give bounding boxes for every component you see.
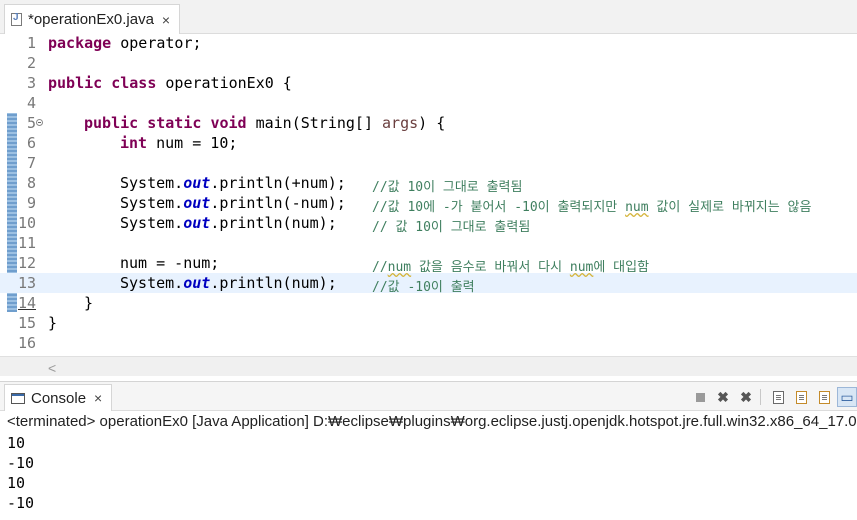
console-output-line: -10 bbox=[7, 454, 35, 472]
keyword: public bbox=[84, 114, 139, 132]
line-number: 7 bbox=[26, 154, 36, 172]
code-line-1: package operator; bbox=[48, 34, 202, 52]
code-text: .println(+num); bbox=[210, 174, 346, 192]
line-number: 4 bbox=[26, 94, 36, 112]
close-console-icon[interactable]: × bbox=[94, 390, 102, 406]
code-text: main(String[] bbox=[246, 114, 383, 132]
code-editor[interactable]: 1 2 3 4 5 6 7 8 9 10 11 12 13 14 15 16 p… bbox=[0, 34, 857, 356]
keyword: void bbox=[210, 114, 247, 132]
keyword: static bbox=[147, 114, 202, 132]
static-field: out bbox=[183, 274, 211, 292]
scroll-left-icon[interactable]: < bbox=[48, 360, 56, 376]
code-text: .println(-num); bbox=[210, 194, 346, 212]
pin-console-icon[interactable]: ▭ bbox=[837, 387, 857, 407]
parameter-name: args bbox=[382, 114, 419, 132]
line-number: 5 bbox=[26, 114, 36, 132]
toolbar-separator bbox=[760, 389, 761, 405]
static-field: out bbox=[183, 194, 211, 212]
comment-text: //값 10에 -가 붙어서 -10이 출력되지만 bbox=[372, 200, 626, 215]
fold-collapse-icon[interactable] bbox=[36, 119, 43, 126]
line-number: 9 bbox=[26, 194, 36, 212]
code-line-8: System.out.println(+num); bbox=[120, 174, 346, 192]
tab-operationEx0-java[interactable]: *operationEx0.java × bbox=[4, 4, 180, 34]
console-icon bbox=[11, 392, 25, 404]
code-line-3: public class operationEx0 { bbox=[48, 74, 292, 92]
code-comment: //num 값을 음수로 바꿔서 다시 num에 대입함 bbox=[372, 256, 649, 275]
comment-text: 값을 음수로 바꿔서 다시 bbox=[411, 260, 570, 275]
code-text: .println(num); bbox=[210, 274, 337, 292]
code-text: System. bbox=[120, 174, 184, 192]
console-tab-bar: Console × ✖ ✖ ▭ bbox=[0, 381, 857, 411]
code-text: ) { bbox=[418, 114, 446, 132]
console-output-line: -10 bbox=[7, 494, 35, 512]
line-number: 16 bbox=[18, 334, 37, 352]
keyword: int bbox=[120, 134, 148, 152]
code-text: System. bbox=[120, 274, 184, 292]
tab-label: *operationEx0.java bbox=[28, 11, 154, 28]
spelling-warning: num bbox=[625, 200, 649, 215]
java-file-icon bbox=[11, 12, 22, 26]
line-number: 3 bbox=[26, 74, 36, 92]
code-text: operationEx0 { bbox=[156, 74, 292, 92]
keyword: public bbox=[48, 74, 103, 92]
editor-horizontal-scrollbar[interactable]: < bbox=[0, 356, 857, 376]
line-number: 6 bbox=[26, 134, 36, 152]
line-number: 10 bbox=[18, 214, 37, 232]
code-text: operator; bbox=[111, 34, 202, 52]
keyword: package bbox=[48, 34, 112, 52]
code-comment: //값 10이 그대로 출력됨 bbox=[372, 180, 523, 195]
code-text: System. bbox=[120, 194, 184, 212]
code-line-12: num = -num; bbox=[120, 254, 219, 272]
code-text: .println(num); bbox=[210, 214, 337, 232]
console-status-line: <terminated> operationEx0 [Java Applicat… bbox=[7, 413, 857, 430]
code-line-13: System.out.println(num); bbox=[120, 274, 337, 292]
line-number: 15 bbox=[18, 314, 37, 332]
console-output-line: 10 bbox=[7, 434, 26, 452]
code-comment: // 값 10이 그대로 출력됨 bbox=[372, 220, 531, 235]
console-tab-label: Console bbox=[31, 389, 87, 407]
editor-tab-bar: *operationEx0.java × bbox=[0, 0, 857, 34]
code-line-5: public static void main(String[] args) { bbox=[84, 114, 445, 132]
static-field: out bbox=[183, 174, 211, 192]
terminate-icon[interactable] bbox=[690, 387, 710, 407]
code-line-9: System.out.println(-num); bbox=[120, 194, 346, 212]
code-text: num = 10; bbox=[147, 134, 238, 152]
static-field: out bbox=[183, 214, 211, 232]
keyword: class bbox=[111, 74, 157, 92]
comment-text: 값이 실제로 바뀌지는 않음 bbox=[648, 200, 812, 215]
line-number: 1 bbox=[26, 34, 36, 52]
code-comment: //값 10에 -가 붙어서 -10이 출력되지만 num 값이 실제로 바뀌지… bbox=[372, 196, 811, 215]
code-text: num = -num; bbox=[120, 254, 220, 272]
tab-console[interactable]: Console × bbox=[4, 384, 112, 411]
code-line-6: int num = 10; bbox=[120, 134, 237, 152]
show-on-output-icon[interactable] bbox=[814, 387, 834, 407]
code-line-14: } bbox=[84, 294, 94, 312]
code-text: System. bbox=[120, 214, 184, 232]
code-comment: //값 -10이 출력 bbox=[372, 280, 475, 295]
comment-text: // bbox=[372, 260, 388, 275]
word-wrap-icon[interactable] bbox=[791, 387, 811, 407]
line-number: 11 bbox=[18, 234, 37, 252]
line-number: 8 bbox=[26, 174, 36, 192]
comment-text: 에 대입함 bbox=[593, 260, 650, 275]
line-number: 13 bbox=[18, 274, 37, 292]
scroll-lock-icon[interactable] bbox=[768, 387, 788, 407]
line-number: 2 bbox=[26, 54, 36, 72]
code-line-10: System.out.println(num); bbox=[120, 214, 337, 232]
spelling-warning: num bbox=[387, 260, 412, 275]
console-output-line: 10 bbox=[7, 474, 26, 492]
line-number: 12 bbox=[18, 254, 37, 272]
console-toolbar: ✖ ✖ ▭ bbox=[687, 386, 857, 408]
code-line-15: } bbox=[48, 314, 58, 332]
remove-launch-icon[interactable]: ✖ bbox=[713, 387, 733, 407]
line-14-marker bbox=[18, 309, 36, 310]
close-tab-icon[interactable]: × bbox=[162, 12, 170, 28]
remove-all-terminated-icon[interactable]: ✖ bbox=[736, 387, 756, 407]
spelling-warning: num bbox=[569, 260, 594, 275]
